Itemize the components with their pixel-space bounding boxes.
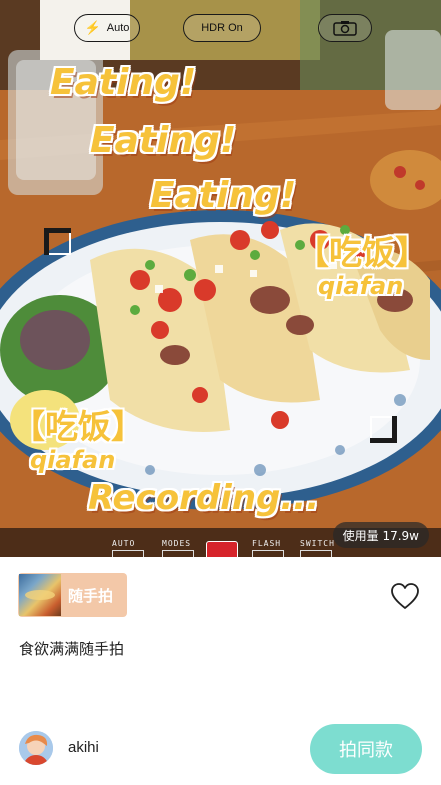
flash-toggle[interactable]: ⚡ Auto [74,14,140,42]
hdr-label: HDR On [201,22,243,34]
control-switch-label[interactable]: SWITCH [300,539,335,548]
control-switch-frame [300,550,332,557]
avatar-image [19,731,53,765]
template-thumbnail [19,574,61,616]
overlay-recording: Recording... [88,478,320,518]
overlay-eating-1: Eating! [50,62,197,103]
photo-preview: ⚡ Auto HDR On Eating! Eating! Eating! 【吃… [0,0,441,557]
flash-icon: ⚡ [84,20,101,35]
overlay-eating-2: Eating! [90,120,237,161]
make-same-button[interactable]: 拍同款 [310,724,422,774]
post-caption: 食欲满满随手拍 [19,640,125,658]
flash-label: Auto [106,22,130,34]
template-tag-label: 随手拍 [68,586,114,605]
control-flash-frame [252,550,284,557]
focus-corner-top-left [44,228,71,255]
focus-corner-bottom-right [370,416,397,443]
control-modes-frame [162,550,194,557]
overlay-tag-cn-1: 【吃饭】 [296,233,428,272]
control-auto-frame [112,550,144,557]
usage-badge: 使用量 17.9w [332,522,429,548]
author-username[interactable]: akihi [68,739,99,756]
overlay-tag-en-2: qiafan [30,446,116,474]
control-flash-label[interactable]: FLASH [252,539,281,548]
overlay-eating-3: Eating! [150,175,297,216]
camera-switch-button[interactable] [318,14,372,42]
control-auto-label[interactable]: AUTO [112,539,135,548]
avatar[interactable] [19,731,53,765]
control-modes-label[interactable]: MODES [162,539,191,548]
template-tag-card[interactable]: 随手拍 [18,573,127,617]
overlay-tag-cn-2: 【吃饭】 [12,407,144,446]
overlay-tag-en-1: qiafan [318,272,404,300]
camera-switch-icon [333,21,357,36]
hdr-toggle[interactable]: HDR On [183,14,261,42]
heart-icon[interactable] [390,582,420,610]
shutter-button[interactable] [206,541,238,557]
